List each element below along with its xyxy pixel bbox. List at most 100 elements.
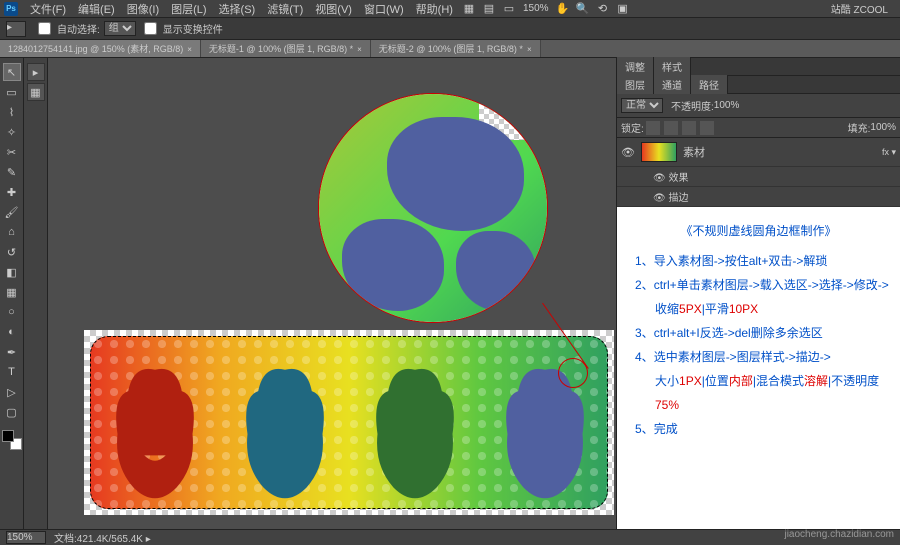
lock-position-icon[interactable] [682, 121, 696, 135]
fx-badge-icon[interactable]: fx ▾ [882, 147, 896, 158]
tab-styles[interactable]: 样式 [654, 57, 691, 76]
menu-help[interactable]: 帮助(H) [410, 1, 459, 17]
zoom-icon[interactable]: 🔍 [575, 1, 591, 17]
menu-view[interactable]: 视图(V) [309, 1, 358, 17]
face-2 [230, 359, 340, 509]
bridge-icon[interactable]: ▦ [461, 1, 477, 17]
zoom-input[interactable] [6, 531, 46, 544]
status-bar: 文档:421.4K/565.4K ▸ [0, 529, 900, 545]
workspace: ↖ ▭ ⌇ ✧ ✂ ✎ ✚ 🖌 ⌂ ↺ ◧ ▦ ○ ◐ ✒ T ▷ ▢ ▸ ▦ [0, 58, 900, 529]
auto-select-checkbox[interactable] [38, 22, 51, 35]
auto-select-target[interactable]: 组 [104, 21, 136, 36]
stamp-tool[interactable]: ⌂ [3, 223, 21, 241]
close-icon[interactable]: × [527, 45, 532, 54]
tutorial-step-5: 5、完成 [627, 417, 890, 441]
panel-tabs-top: 调整 样式 [617, 58, 900, 76]
fill-label: 填充: [848, 120, 871, 135]
menubar: Ps 文件(F) 编辑(E) 图像(I) 图层(L) 选择(S) 滤镜(T) 视… [0, 0, 900, 18]
blur-tool[interactable]: ○ [3, 303, 21, 321]
layer-effects-row[interactable]: 👁 效果 [617, 167, 900, 187]
tutorial-step-4b: 大小1PX|位置内部|混合模式溶解|不透明度75% [627, 369, 890, 417]
tutorial-step-3: 3、ctrl+alt+I反选->del删除多余选区 [627, 321, 890, 345]
tutorial-title: 《不规则虚线圆角边框制作》 [627, 219, 890, 243]
screen-mode-icon[interactable]: ▣ [615, 1, 631, 17]
layer-stroke-row[interactable]: 👁 描边 [617, 187, 900, 207]
toolbox: ↖ ▭ ⌇ ✧ ✂ ✎ ✚ 🖌 ⌂ ↺ ◧ ▦ ○ ◐ ✒ T ▷ ▢ [0, 58, 24, 529]
lasso-tool[interactable]: ⌇ [3, 103, 21, 121]
show-transform-label: 显示变换控件 [163, 21, 223, 36]
tab-layers[interactable]: 图层 [617, 75, 654, 94]
menu-image[interactable]: 图像(I) [121, 1, 165, 17]
document-tabs: 1284012754141.jpg @ 150% (素材, RGB/8)× 无标… [0, 40, 900, 58]
menu-edit[interactable]: 编辑(E) [72, 1, 121, 17]
extras-icon[interactable]: ▤ [481, 1, 497, 17]
visibility-icon[interactable]: 👁 [653, 173, 666, 184]
layer-thumbnail[interactable] [641, 142, 677, 162]
face-3 [360, 359, 470, 509]
close-icon[interactable]: × [357, 45, 362, 54]
auto-select-label: 自动选择: [57, 21, 100, 36]
rotate-icon[interactable]: ⟲ [595, 1, 611, 17]
ps-logo-icon: Ps [4, 2, 18, 16]
menu-filter[interactable]: 滤镜(T) [261, 1, 309, 17]
document-info[interactable]: 文档:421.4K/565.4K ▸ [54, 530, 151, 545]
artboard [84, 330, 614, 515]
crop-tool[interactable]: ✂ [3, 143, 21, 161]
opacity-label: 不透明度: [671, 98, 714, 113]
layer-row[interactable]: 👁 素材 fx ▾ [617, 138, 900, 167]
tab-channels[interactable]: 通道 [654, 75, 691, 94]
canvas[interactable] [48, 58, 616, 529]
type-tool[interactable]: T [3, 363, 21, 381]
mini-tool-2[interactable]: ▦ [27, 83, 45, 101]
menu-file[interactable]: 文件(F) [24, 1, 72, 17]
foreground-color[interactable] [2, 430, 14, 442]
lock-pixels-icon[interactable] [664, 121, 678, 135]
show-transform-checkbox[interactable] [144, 22, 157, 35]
lock-transparency-icon[interactable] [646, 121, 660, 135]
history-brush-tool[interactable]: ↺ [3, 243, 21, 261]
tab-adjustments[interactable]: 调整 [617, 57, 654, 76]
shape-tool[interactable]: ▢ [3, 403, 21, 421]
hand-icon[interactable]: ✋ [555, 1, 571, 17]
pen-tool[interactable]: ✒ [3, 343, 21, 361]
layers-lock-row: 锁定: 填充: 100% [617, 118, 900, 138]
dodge-tool[interactable]: ◐ [3, 323, 21, 341]
eraser-tool[interactable]: ◧ [3, 263, 21, 281]
menu-layer[interactable]: 图层(L) [165, 1, 212, 17]
options-bar: ▸ 自动选择: 组 显示变换控件 [0, 18, 900, 40]
face-1 [100, 359, 210, 509]
visibility-icon[interactable]: 👁 [653, 193, 666, 204]
document-tab-2[interactable]: 无标题-1 @ 100% (图层 1, RGB/8) *× [201, 40, 371, 57]
tutorial-step-1: 1、导入素材图->按住alt+双击->解琐 [627, 249, 890, 273]
layer-name[interactable]: 素材 [683, 144, 705, 160]
layers-header: 正常 不透明度: 100% [617, 94, 900, 118]
path-select-tool[interactable]: ▷ [3, 383, 21, 401]
workspace-switcher[interactable]: 站酷 ZCOOL [823, 1, 896, 16]
color-swatches[interactable] [2, 430, 22, 450]
menu-window[interactable]: 窗口(W) [358, 1, 410, 17]
magnifier-target-circle [558, 358, 588, 388]
opacity-value[interactable]: 100% [714, 100, 740, 111]
zoom-level[interactable]: 150% [523, 3, 549, 14]
mini-tool-1[interactable]: ▸ [27, 63, 45, 81]
document-tab-1[interactable]: 1284012754141.jpg @ 150% (素材, RGB/8)× [0, 40, 201, 57]
healing-tool[interactable]: ✚ [3, 183, 21, 201]
arrange-icon[interactable]: ▭ [501, 1, 517, 17]
brush-tool[interactable]: 🖌 [3, 203, 21, 221]
wand-tool[interactable]: ✧ [3, 123, 21, 141]
move-tool[interactable]: ↖ [3, 63, 21, 81]
tutorial-step-4: 4、选中素材图层->图层样式->描边-> [627, 345, 890, 369]
gradient-tool[interactable]: ▦ [3, 283, 21, 301]
eyedropper-tool[interactable]: ✎ [3, 163, 21, 181]
document-tab-3[interactable]: 无标题-2 @ 100% (图层 1, RGB/8) *× [371, 40, 541, 57]
magnifier-circle [318, 93, 548, 323]
fill-value[interactable]: 100% [870, 122, 896, 133]
blend-mode-select[interactable]: 正常 [621, 98, 663, 113]
lock-all-icon[interactable] [700, 121, 714, 135]
marquee-tool[interactable]: ▭ [3, 83, 21, 101]
close-icon[interactable]: × [187, 45, 192, 54]
tab-paths[interactable]: 路径 [691, 75, 728, 94]
active-tool-icon[interactable]: ▸ [6, 21, 26, 37]
visibility-icon[interactable]: 👁 [621, 146, 635, 159]
menu-select[interactable]: 选择(S) [213, 1, 262, 17]
